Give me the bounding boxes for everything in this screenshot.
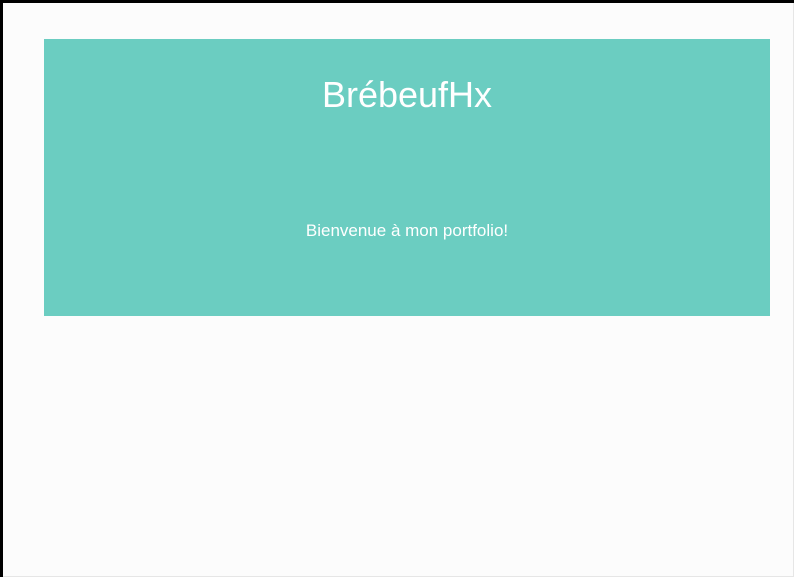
browser-viewport: BrébeufHx Bienvenue à mon portfolio! xyxy=(0,0,794,577)
welcome-message: Bienvenue à mon portfolio! xyxy=(305,221,509,240)
hero-banner: BrébeufHx Bienvenue à mon portfolio! xyxy=(44,39,770,316)
site-title: BrébeufHx xyxy=(321,74,493,115)
